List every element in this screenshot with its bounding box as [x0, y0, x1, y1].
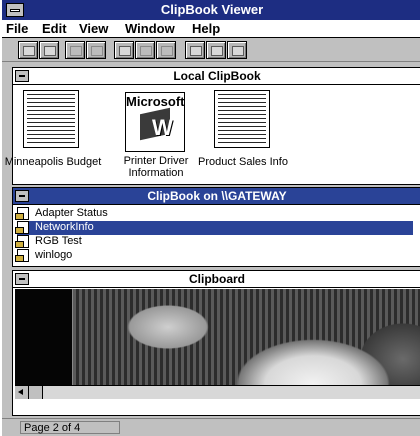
remote-clipbook-title: ClipBook on \\GATEWAY	[147, 189, 287, 203]
connect-icon[interactable]	[18, 41, 38, 59]
clipbook-page-icon	[15, 207, 29, 220]
menu-file[interactable]: File	[6, 21, 28, 36]
toolbar	[2, 38, 420, 62]
list-item[interactable]: winlogo	[15, 249, 417, 263]
menu-edit[interactable]: Edit	[42, 21, 67, 36]
spreadsheet-page-icon[interactable]	[214, 90, 270, 148]
clipbook-page-icon	[15, 249, 29, 262]
remote-clipbook-window[interactable]: ClipBook on \\GATEWAY Adapter Status Net…	[12, 187, 420, 267]
scroll-thumb[interactable]	[29, 386, 43, 399]
microsoft-thumb-text: Microsoft	[126, 94, 185, 109]
title-bar[interactable]: ClipBook Viewer	[2, 0, 420, 20]
item-label-printer-driver-information[interactable]: Printer Driver Information	[106, 155, 206, 179]
clipbook-viewer-window: ClipBook Viewer File Edit View Window He…	[0, 0, 420, 436]
local-clipbook-window[interactable]: Local ClipBook Minneapolis Budget Micros…	[5, 67, 420, 185]
scroll-left-icon[interactable]	[15, 386, 29, 399]
menu-view[interactable]: View	[79, 21, 108, 36]
clipboard-title: Clipboard	[189, 272, 245, 286]
status-bar: Page 2 of 4	[2, 418, 420, 436]
full-page-icon[interactable]	[227, 41, 247, 59]
spreadsheet-page-icon[interactable]	[23, 90, 79, 148]
list-item[interactable]: RGB Test	[15, 235, 417, 249]
table-of-contents-icon[interactable]	[185, 41, 205, 59]
delete-icon[interactable]	[156, 41, 176, 59]
remote-clipbook-title-bar[interactable]: ClipBook on \\GATEWAY	[13, 188, 420, 205]
disconnect-icon[interactable]	[39, 41, 59, 59]
local-clipbook-title-bar[interactable]: Local ClipBook	[13, 68, 420, 85]
page-indicator: Page 2 of 4	[20, 421, 120, 434]
microsoft-word-page-icon[interactable]: Microsoft W	[125, 92, 185, 152]
thumbnails-icon[interactable]	[206, 41, 226, 59]
menu-help[interactable]: Help	[192, 21, 220, 36]
stop-sharing-icon[interactable]	[86, 41, 106, 59]
local-clipbook-title: Local ClipBook	[173, 69, 261, 83]
window-title: ClipBook Viewer	[160, 2, 264, 17]
horizontal-scrollbar[interactable]	[15, 385, 420, 399]
list-item[interactable]: NetworkInfo	[15, 221, 413, 235]
copy-icon[interactable]	[114, 41, 134, 59]
clipboard-window[interactable]: Clipboard	[12, 270, 420, 416]
share-icon[interactable]	[65, 41, 85, 59]
clipbook-page-icon	[15, 235, 29, 248]
clipboard-title-bar[interactable]: Clipboard	[13, 271, 420, 288]
item-label-product-sales-info[interactable]: Product Sales Info	[193, 156, 293, 168]
clipboard-image	[15, 289, 420, 385]
menu-window[interactable]: Window	[125, 21, 175, 36]
paste-icon[interactable]	[135, 41, 155, 59]
clipbook-page-icon	[15, 221, 29, 234]
menu-bar: File Edit View Window Help	[2, 20, 420, 38]
item-label-minneapolis-budget[interactable]: Minneapolis Budget	[3, 156, 103, 168]
list-item[interactable]: Adapter Status	[15, 207, 417, 221]
